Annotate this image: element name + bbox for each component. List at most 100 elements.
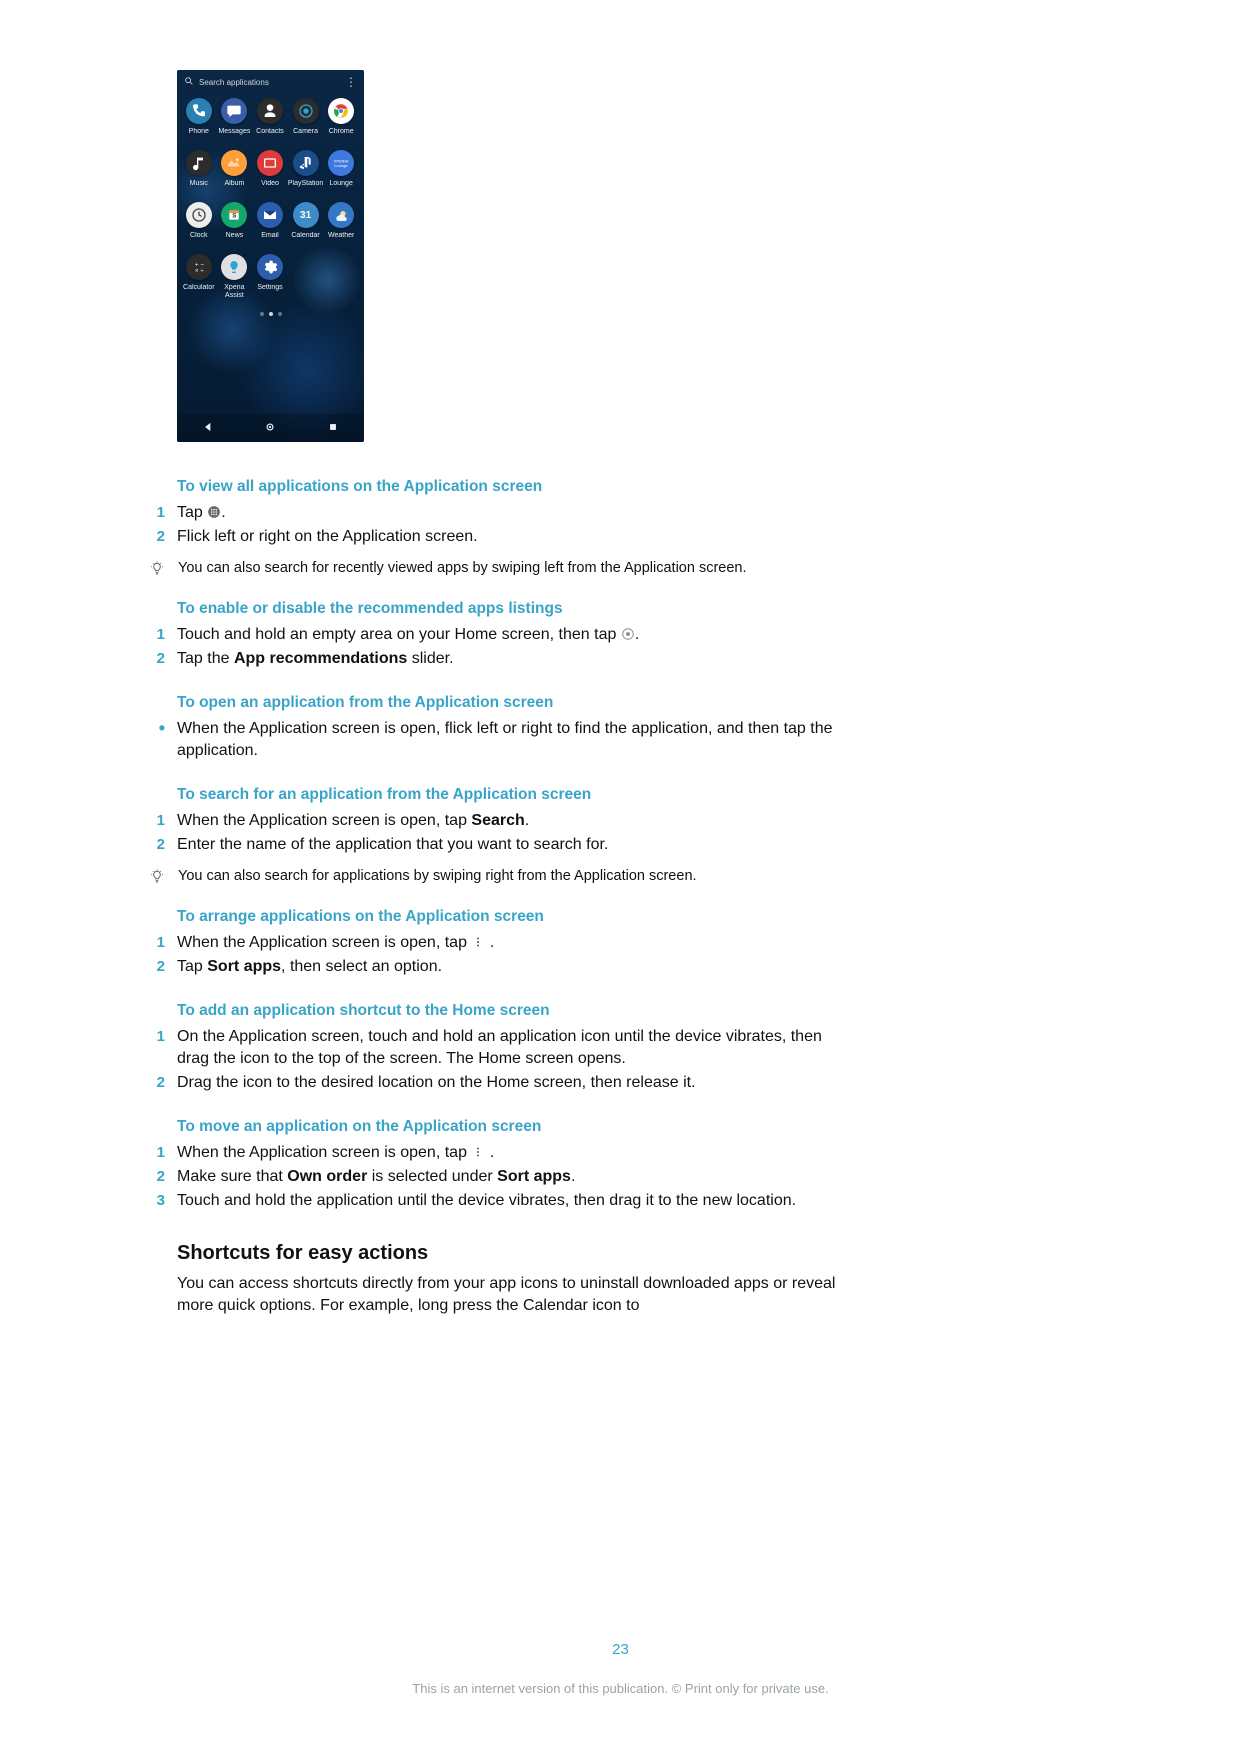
screenshot-app-label: Weather bbox=[328, 232, 354, 248]
text-fragment: Touch and hold an empty area on your Hom… bbox=[177, 626, 621, 643]
settings-icon bbox=[621, 627, 635, 641]
application-screen-screenshot: Search applications ⋮ PhoneMessagesConta… bbox=[177, 70, 364, 442]
screenshot-app-label: Calendar bbox=[291, 232, 319, 248]
screenshot-app: Xperia Assist bbox=[217, 254, 253, 300]
screenshot-app-icon bbox=[186, 254, 212, 280]
section-title: To enable or disable the recommended app… bbox=[177, 600, 847, 618]
screenshot-search-placeholder: Search applications bbox=[199, 78, 269, 87]
section-title: To arrange applications on the Applicati… bbox=[177, 908, 847, 926]
screenshot-app: Weather bbox=[323, 202, 359, 248]
tip-text: You can also search for recently viewed … bbox=[178, 560, 847, 576]
screenshot-app: Settings bbox=[252, 254, 288, 300]
step-text: Touch and hold an empty area on your Hom… bbox=[177, 624, 847, 646]
step-text: When the Application screen is open, tap… bbox=[177, 932, 847, 954]
text-fragment: . bbox=[571, 1168, 575, 1185]
screenshot-app-label: Settings bbox=[257, 284, 282, 300]
screenshot-app-icon bbox=[257, 150, 283, 176]
list-item: 2 Drag the icon to the desired location … bbox=[177, 1072, 847, 1094]
text-fragment: Make sure that bbox=[177, 1168, 287, 1185]
text-fragment: . bbox=[221, 504, 225, 521]
list-item: • When the Application screen is open, f… bbox=[177, 718, 847, 762]
step-number: 2 bbox=[148, 956, 165, 978]
page: Search applications ⋮ PhoneMessagesConta… bbox=[0, 0, 1241, 1754]
screenshot-search: Search applications bbox=[184, 76, 269, 88]
text-fragment: When the Application screen is open, tap bbox=[177, 1144, 471, 1161]
tip-text: You can also search for applications by … bbox=[178, 868, 847, 884]
step-number: 2 bbox=[148, 1166, 165, 1188]
text-fragment: . bbox=[525, 812, 529, 829]
step-text: Enter the name of the application that y… bbox=[177, 834, 847, 856]
screenshot-app-label: Xperia Assist bbox=[217, 284, 253, 300]
text-fragment: slider. bbox=[407, 650, 453, 667]
ordered-list: 1 When the Application screen is open, t… bbox=[177, 932, 847, 978]
ordered-list: 1 Touch and hold an empty area on your H… bbox=[177, 624, 847, 670]
list-item: 2 Tap Sort apps, then select an option. bbox=[177, 956, 847, 978]
section-title: To add an application shortcut to the Ho… bbox=[177, 1002, 847, 1020]
screenshot-app-icon bbox=[186, 202, 212, 228]
text-fragment: Tap bbox=[177, 504, 207, 521]
screenshot-top-bar: Search applications ⋮ bbox=[177, 70, 364, 94]
back-icon bbox=[201, 420, 215, 436]
more-icon: ⋮ bbox=[345, 78, 357, 86]
screenshot-app-label: Video bbox=[261, 180, 279, 196]
screenshot-app-label: Calculator bbox=[183, 284, 215, 300]
screenshot-app: Lounge bbox=[323, 150, 359, 196]
section-title: To move an application on the Applicatio… bbox=[177, 1118, 847, 1136]
screenshot-app-icon bbox=[221, 150, 247, 176]
apps-icon bbox=[207, 505, 221, 519]
ordered-list: 1 When the Application screen is open, t… bbox=[177, 1142, 847, 1212]
list-item: 1 On the Application screen, touch and h… bbox=[177, 1026, 847, 1070]
text-fragment: Tap the bbox=[177, 650, 234, 667]
list-item: 1 When the Application screen is open, t… bbox=[177, 810, 847, 832]
pager-dot bbox=[278, 312, 282, 316]
step-text: Make sure that Own order is selected und… bbox=[177, 1166, 847, 1188]
pager-dot-active bbox=[269, 312, 273, 316]
screenshot-app: Camera bbox=[288, 98, 324, 144]
screenshot-app-label: Messages bbox=[218, 128, 250, 144]
section-title: To search for an application from the Ap… bbox=[177, 786, 847, 804]
more-vert-icon bbox=[471, 935, 485, 949]
section-title: To view all applications on the Applicat… bbox=[177, 478, 847, 496]
screenshot-app-icon bbox=[257, 254, 283, 280]
tip-icon bbox=[148, 560, 166, 576]
tip: You can also search for recently viewed … bbox=[177, 560, 847, 576]
step-text: Tap the App recommendations slider. bbox=[177, 648, 847, 670]
screenshot-app-icon: 31 bbox=[293, 202, 319, 228]
screenshot-app-icon bbox=[221, 254, 247, 280]
screenshot-app-label: Clock bbox=[190, 232, 208, 248]
step-text: Tap Sort apps, then select an option. bbox=[177, 956, 847, 978]
text-bold: Sort apps bbox=[497, 1168, 571, 1185]
step-number: 1 bbox=[148, 1142, 165, 1164]
screenshot-app-label: Album bbox=[224, 180, 244, 196]
screenshot-app-label: Email bbox=[261, 232, 279, 248]
list-item: 2 Make sure that Own order is selected u… bbox=[177, 1166, 847, 1188]
list-item: 1 When the Application screen is open, t… bbox=[177, 1142, 847, 1164]
list-item: 3 Touch and hold the application until t… bbox=[177, 1190, 847, 1212]
list-item: 1 When the Application screen is open, t… bbox=[177, 932, 847, 954]
screenshot-app: Chrome bbox=[323, 98, 359, 144]
screenshot-app: Phone bbox=[181, 98, 217, 144]
screenshot-app: 31 Calendar bbox=[288, 202, 324, 248]
text-bold: Search bbox=[471, 812, 524, 829]
step-number: 2 bbox=[148, 834, 165, 856]
step-text: When the Application screen is open, tap… bbox=[177, 810, 847, 832]
screenshot-page-dots bbox=[177, 312, 364, 316]
screenshot-app-icon bbox=[257, 202, 283, 228]
screenshot-app-icon bbox=[328, 98, 354, 124]
text-fragment: Tap bbox=[177, 958, 207, 975]
pager-dot bbox=[260, 312, 264, 316]
screenshot-app: Calculator bbox=[181, 254, 217, 300]
step-text: Flick left or right on the Application s… bbox=[177, 526, 847, 548]
step-text: Touch and hold the application until the… bbox=[177, 1190, 847, 1212]
home-icon bbox=[263, 420, 277, 436]
screenshot-app-icon bbox=[293, 150, 319, 176]
screenshot-app-icon bbox=[293, 98, 319, 124]
screenshot-app-label: Music bbox=[190, 180, 208, 196]
tip: You can also search for applications by … bbox=[177, 868, 847, 884]
content-column: Search applications ⋮ PhoneMessagesConta… bbox=[177, 70, 847, 1317]
text-fragment: When the Application screen is open, tap bbox=[177, 812, 471, 829]
list-item: 1 Tap . bbox=[177, 502, 847, 524]
step-number: 2 bbox=[148, 1072, 165, 1094]
step-text: Tap . bbox=[177, 502, 847, 524]
step-text: When the Application screen is open, tap… bbox=[177, 1142, 847, 1164]
